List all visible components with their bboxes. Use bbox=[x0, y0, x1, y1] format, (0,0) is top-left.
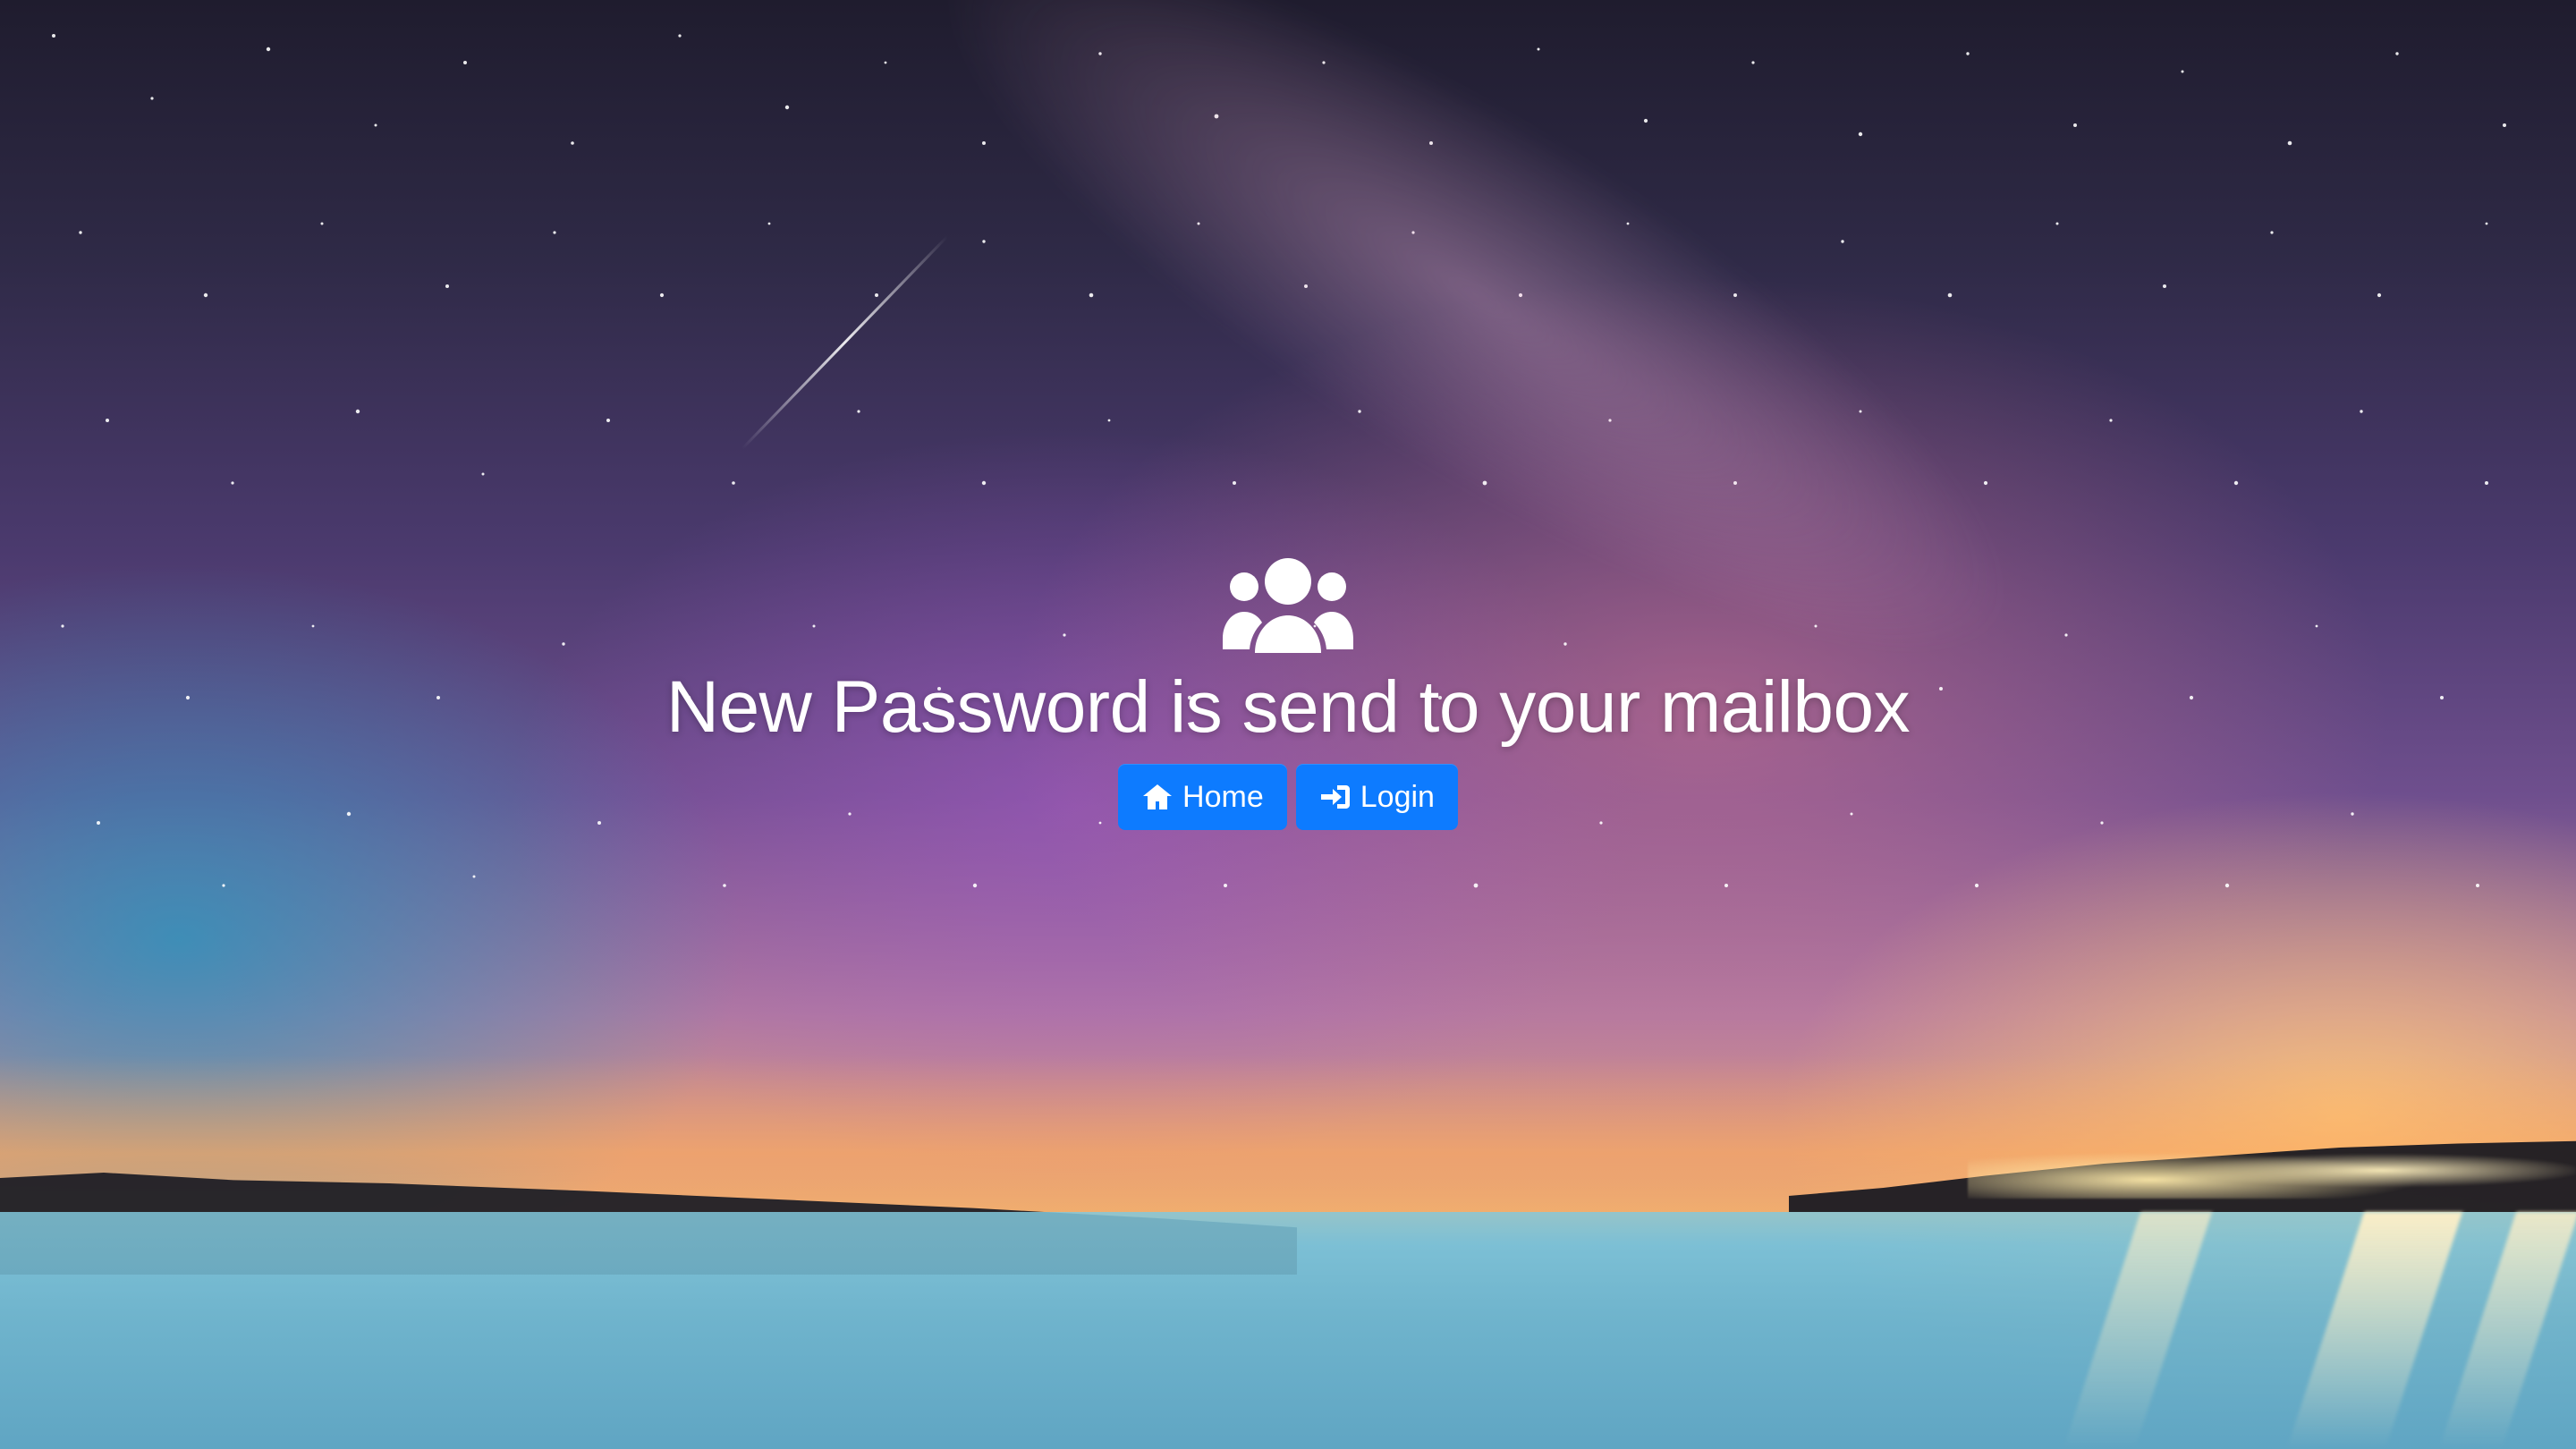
message-panel: New Password is send to your mailbox Hom… bbox=[0, 0, 2576, 1449]
home-button-label: Home bbox=[1182, 779, 1264, 814]
login-button[interactable]: Login bbox=[1295, 764, 1458, 831]
sign-in-icon bbox=[1319, 784, 1352, 810]
page-title: New Password is send to your mailbox bbox=[665, 665, 1911, 748]
users-icon bbox=[1221, 556, 1355, 655]
action-buttons: Home Login bbox=[1118, 764, 1458, 831]
home-button[interactable]: Home bbox=[1118, 764, 1287, 831]
home-icon bbox=[1141, 784, 1174, 810]
login-button-label: Login bbox=[1360, 779, 1435, 814]
